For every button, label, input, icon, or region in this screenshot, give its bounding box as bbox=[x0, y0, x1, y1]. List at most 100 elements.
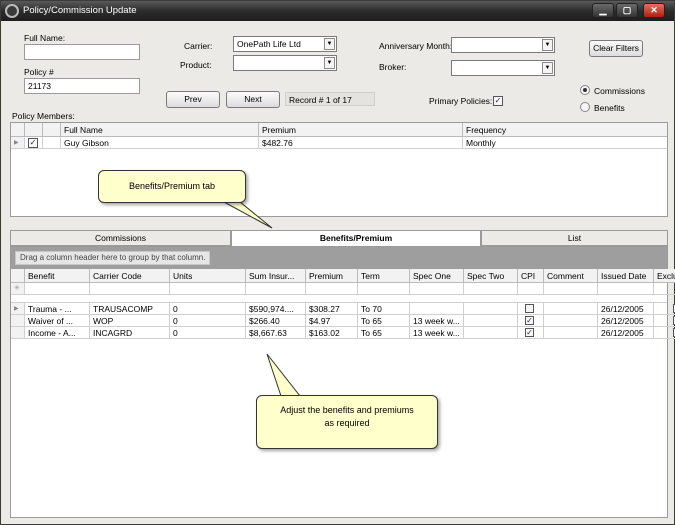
comment-cell[interactable] bbox=[544, 327, 598, 339]
new-row-cell[interactable] bbox=[246, 283, 306, 295]
next-button[interactable]: Next bbox=[226, 91, 280, 108]
exclusions-column-header[interactable]: Exclusions bbox=[654, 269, 675, 283]
spec-two-cell[interactable] bbox=[464, 303, 518, 315]
new-row-cell[interactable] bbox=[464, 283, 518, 295]
prev-button[interactable]: Prev bbox=[166, 91, 220, 108]
premium-cell[interactable]: $4.97 bbox=[306, 315, 358, 327]
term-cell[interactable]: To 65 bbox=[358, 315, 410, 327]
row-selector-icon[interactable]: ▶ bbox=[11, 137, 25, 149]
frequency-column-header[interactable]: Frequency bbox=[463, 123, 667, 137]
benefit-cell[interactable]: Trauma - ... bbox=[25, 303, 90, 315]
chevron-down-icon[interactable]: ▼ bbox=[542, 62, 553, 74]
issued-date-column-header[interactable]: Issued Date bbox=[598, 269, 654, 283]
term-cell[interactable]: To 65 bbox=[358, 327, 410, 339]
cpi-cell[interactable] bbox=[518, 303, 544, 315]
new-row-cell[interactable] bbox=[654, 283, 675, 295]
anniversary-month-select[interactable]: ▼ bbox=[451, 37, 555, 53]
carrier-code-column-header[interactable]: Carrier Code bbox=[90, 269, 170, 283]
spec-one-column-header[interactable]: Spec One bbox=[410, 269, 464, 283]
spec-two-cell[interactable] bbox=[464, 315, 518, 327]
issued-date-cell[interactable]: 26/12/2005 bbox=[598, 315, 654, 327]
exclusions-cell[interactable] bbox=[654, 303, 675, 315]
member-name-cell[interactable]: Guy Gibson bbox=[61, 137, 259, 149]
benefit-cell[interactable]: Waiver of ... bbox=[25, 315, 90, 327]
carrier-select[interactable]: OnePath Life Ltd ▼ bbox=[233, 36, 337, 52]
comment-column-header[interactable]: Comment bbox=[544, 269, 598, 283]
carrier-code-cell[interactable]: INCAGRD bbox=[90, 327, 170, 339]
member-premium-cell[interactable]: $482.76 bbox=[259, 137, 463, 149]
benefit-cell[interactable]: Income - A... bbox=[25, 327, 90, 339]
full-name-column-header[interactable]: Full Name bbox=[61, 123, 259, 137]
row-selector-icon[interactable]: ▶ bbox=[11, 303, 25, 315]
cpi-checkbox[interactable] bbox=[525, 304, 534, 313]
row-selector-icon[interactable] bbox=[11, 315, 25, 327]
new-row-cell[interactable] bbox=[25, 283, 90, 295]
clear-filters-button[interactable]: Clear Filters bbox=[589, 40, 643, 57]
policy-number-input[interactable]: 21173 bbox=[24, 78, 140, 94]
exclusions-cell[interactable]: ✓ bbox=[654, 315, 675, 327]
spec-two-cell[interactable] bbox=[464, 327, 518, 339]
tab-commissions[interactable]: Commissions bbox=[10, 230, 231, 246]
comment-cell[interactable] bbox=[544, 303, 598, 315]
new-row-cell[interactable] bbox=[306, 283, 358, 295]
sum-insured-cell[interactable]: $8,667.63 bbox=[246, 327, 306, 339]
premium-column-header[interactable]: Premium bbox=[259, 123, 463, 137]
member-checkbox[interactable]: ✓ bbox=[28, 138, 38, 148]
chevron-down-icon[interactable]: ▼ bbox=[324, 38, 335, 50]
new-row-cell[interactable] bbox=[90, 283, 170, 295]
minimize-button[interactable]: ▁ bbox=[592, 3, 614, 18]
units-cell[interactable]: 0 bbox=[170, 327, 246, 339]
benefit-column-header[interactable]: Benefit bbox=[25, 269, 90, 283]
new-row-cell[interactable] bbox=[598, 283, 654, 295]
premium-cell[interactable]: $163.02 bbox=[306, 327, 358, 339]
product-select[interactable]: ▼ bbox=[233, 55, 337, 71]
tab-list[interactable]: List bbox=[481, 230, 668, 246]
units-cell[interactable]: 0 bbox=[170, 303, 246, 315]
spec-two-column-header[interactable]: Spec Two bbox=[464, 269, 518, 283]
issued-date-cell[interactable]: 26/12/2005 bbox=[598, 303, 654, 315]
exclusions-cell[interactable]: ✓ bbox=[654, 327, 675, 339]
new-row-cell[interactable] bbox=[358, 283, 410, 295]
new-row-icon[interactable]: ✳ bbox=[11, 283, 25, 295]
term-column-header[interactable]: Term bbox=[358, 269, 410, 283]
units-column-header[interactable]: Units bbox=[170, 269, 246, 283]
full-name-input[interactable] bbox=[24, 44, 140, 60]
sum-insured-column-header[interactable]: Sum Insur... bbox=[246, 269, 306, 283]
broker-select[interactable]: ▼ bbox=[451, 60, 555, 76]
group-by-area[interactable]: Drag a column header here to group by th… bbox=[11, 247, 667, 269]
row-selector-icon[interactable] bbox=[11, 327, 25, 339]
cpi-checkbox[interactable]: ✓ bbox=[525, 328, 534, 337]
term-cell[interactable]: To 70 bbox=[358, 303, 410, 315]
carrier-code-cell[interactable]: WOP bbox=[90, 315, 170, 327]
primary-policies-checkbox[interactable]: ✓ bbox=[493, 96, 503, 106]
member-row-checkbox-cell[interactable]: ✓ bbox=[25, 137, 43, 149]
maximize-button[interactable]: ▢ bbox=[616, 3, 638, 18]
premium-cell[interactable]: $308.27 bbox=[306, 303, 358, 315]
spec-one-cell[interactable] bbox=[410, 303, 464, 315]
sum-insured-cell[interactable]: $266.40 bbox=[246, 315, 306, 327]
new-row-cell[interactable] bbox=[170, 283, 246, 295]
carrier-code-cell[interactable]: TRAUSACOMP bbox=[90, 303, 170, 315]
cpi-checkbox[interactable]: ✓ bbox=[525, 316, 534, 325]
cpi-cell[interactable]: ✓ bbox=[518, 327, 544, 339]
new-row-cell[interactable] bbox=[410, 283, 464, 295]
comment-cell[interactable] bbox=[544, 315, 598, 327]
spec-one-cell[interactable]: 13 week w... bbox=[410, 327, 464, 339]
title-bar[interactable]: Policy/Commission Update ▁ ▢ ✕ bbox=[1, 1, 674, 21]
cpi-cell[interactable]: ✓ bbox=[518, 315, 544, 327]
premium-column-header[interactable]: Premium bbox=[306, 269, 358, 283]
chevron-down-icon[interactable]: ▼ bbox=[542, 39, 553, 51]
commissions-radio[interactable] bbox=[580, 85, 590, 95]
new-row-cell[interactable] bbox=[544, 283, 598, 295]
units-cell[interactable]: 0 bbox=[170, 315, 246, 327]
issued-date-cell[interactable]: 26/12/2005 bbox=[598, 327, 654, 339]
close-button[interactable]: ✕ bbox=[643, 3, 665, 18]
tab-benefits-premium[interactable]: Benefits/Premium bbox=[231, 230, 481, 246]
sum-insured-cell[interactable]: $590,974.... bbox=[246, 303, 306, 315]
spec-one-cell[interactable]: 13 week w... bbox=[410, 315, 464, 327]
chevron-down-icon[interactable]: ▼ bbox=[324, 57, 335, 69]
member-frequency-cell[interactable]: Monthly bbox=[463, 137, 667, 149]
new-row-cell[interactable] bbox=[518, 283, 544, 295]
cpi-column-header[interactable]: CPI bbox=[518, 269, 544, 283]
benefits-radio[interactable] bbox=[580, 102, 590, 112]
